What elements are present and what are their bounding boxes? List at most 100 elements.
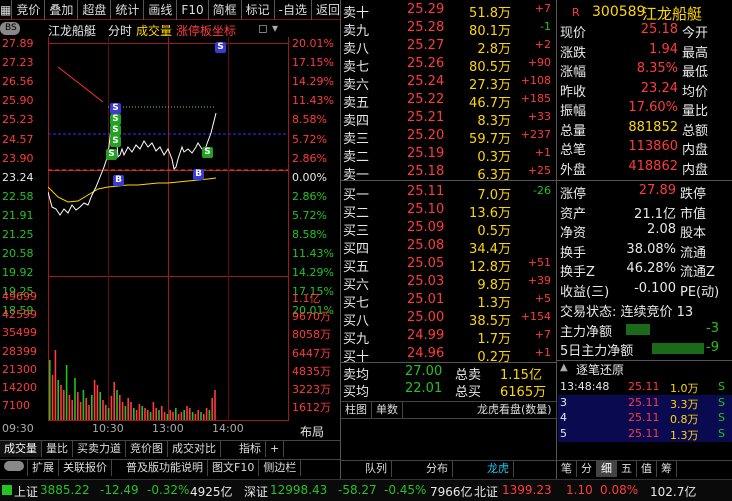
buy-price: 25.11 <box>407 184 445 199</box>
stat-label-2: 最低 <box>682 65 709 80</box>
chart-arrow-icon[interactable]: ▾ <box>272 21 278 35</box>
buy-order-row[interactable]: 买二 25.10 13.6万 <box>341 200 556 221</box>
stat-value: 881852 <box>628 119 678 135</box>
sell-marker[interactable]: S <box>110 125 121 136</box>
tab-trades[interactable]: 笔 <box>557 461 577 477</box>
stat-label: 涨停 <box>560 187 587 202</box>
buy-order-row[interactable]: 买九 24.99 1.7万 +7 <box>341 326 556 347</box>
tab-dragon[interactable]: 龙虎 <box>483 461 514 477</box>
volume-bar <box>191 412 194 420</box>
sell-marker[interactable]: S <box>202 147 213 158</box>
sell-order-row[interactable]: 卖八 25.27 2.8万 +2 <box>341 36 556 57</box>
tab-related-quotes[interactable]: 关联报价 <box>59 460 112 476</box>
price-tick: 24.57 <box>2 132 34 146</box>
sell-change: +7 <box>534 2 551 15</box>
tab-add[interactable]: + <box>266 441 285 457</box>
avg-price-line <box>48 177 217 203</box>
toolbar-stats-button[interactable]: 统计 <box>111 0 145 20</box>
tab-order-count[interactable]: 单数 <box>372 402 403 418</box>
ticks-title[interactable]: 逐笔还原 <box>576 361 624 378</box>
chart-close-icon[interactable]: ◻ <box>258 21 268 35</box>
sell-order-row[interactable]: 卖二 25.19 0.3万 +1 <box>341 144 556 165</box>
collapse-icon[interactable]: ▲ <box>560 362 568 373</box>
sell-marker[interactable]: S <box>110 136 121 147</box>
layout-button[interactable]: 布局 <box>300 423 324 440</box>
grid-menu-icon[interactable]: ▦ <box>0 0 13 20</box>
buy-marker[interactable]: B <box>193 169 204 180</box>
tab-auction[interactable]: 竞价图 <box>126 441 168 457</box>
buy-order-row[interactable]: 买五 25.05 12.8万 +51 <box>341 254 556 275</box>
toggle-switch[interactable] <box>0 460 28 476</box>
buy-order-row[interactable]: 买七 25.01 1.3万 +5 <box>341 290 556 311</box>
tab-distribution[interactable]: 分布 <box>422 461 453 477</box>
buy-marker[interactable]: B <box>113 175 124 186</box>
buy-price: 25.00 <box>407 310 445 325</box>
tab-sidebar[interactable]: 侧边栏 <box>259 460 302 476</box>
tick-row[interactable]: 5 25.11 1.3万 S <box>558 425 732 442</box>
toolbar-mark-button[interactable]: 标记 <box>242 0 275 20</box>
sell-order-row[interactable]: 卖九 25.28 80.1万 -1 <box>341 18 556 39</box>
sell-order-row[interactable]: 卖七 25.26 80.5万 +90 <box>341 54 556 75</box>
tab-chips[interactable]: 筹 <box>657 461 677 477</box>
buy-price: 24.96 <box>407 346 445 361</box>
tab-detail[interactable]: 细 <box>597 461 617 477</box>
tab-feature-info[interactable]: 普及版功能说明 <box>122 460 208 476</box>
sell-marker[interactable]: S <box>110 103 121 114</box>
volume-bar <box>51 375 54 420</box>
volume-bar <box>169 410 171 420</box>
tab-indicator[interactable]: 指标 <box>235 441 266 457</box>
tab-volume[interactable]: 成交量 <box>0 441 42 457</box>
tick-time: 5 <box>560 426 567 440</box>
intraday-chart[interactable] <box>48 37 288 421</box>
bs-toggle[interactable]: BS <box>0 22 20 35</box>
pct-tick: 8.58% <box>292 113 327 127</box>
toolbar-f10-button[interactable]: F10 <box>177 0 209 20</box>
tab-extension[interactable]: 扩展 <box>28 460 59 476</box>
tab-minute[interactable]: 分 <box>577 461 597 477</box>
toolbar-auction-button[interactable]: 竞价 <box>12 0 46 20</box>
volume-bar <box>180 412 183 420</box>
tick-row[interactable]: 3 25.11 3.3万 S <box>558 394 732 411</box>
buy-order-row[interactable]: 买一 25.11 7.0万 -26 <box>341 182 556 203</box>
tab-volume-compare[interactable]: 成交对比 <box>168 441 221 457</box>
buy-order-row[interactable]: 买十 24.96 0.2万 +1 <box>341 344 556 365</box>
bz-index-label[interactable]: 北证 <box>474 483 498 500</box>
tab-buy-sell-force[interactable]: 买卖力道 <box>73 441 126 457</box>
toolbar-draw-button[interactable]: 画线 <box>144 0 178 20</box>
pct-tick: 2.86% <box>292 189 327 203</box>
toolbar-overlay-button[interactable]: 叠加 <box>45 0 79 20</box>
tab-value[interactable]: 值 <box>637 461 657 477</box>
volume-bar <box>71 400 73 420</box>
buy-order-row[interactable]: 买三 25.09 0.5万 <box>341 218 556 239</box>
buy-order-row[interactable]: 买四 25.08 34.4万 <box>341 236 556 257</box>
sell-order-row[interactable]: 卖十 25.29 51.8万 +7 <box>341 0 556 21</box>
toolbar-simple-button[interactable]: 简框 <box>209 0 242 20</box>
buy-order-row[interactable]: 买六 25.03 9.8万 +39 <box>341 272 556 293</box>
buy-order-row[interactable]: 买八 25.00 38.5万 +154 <box>341 308 556 329</box>
tab-dragon-tiger[interactable]: 龙虎看盘(数量) <box>473 402 557 418</box>
toolbar-superchart-button[interactable]: 超盘 <box>78 0 112 20</box>
sell-order-row[interactable]: 卖一 25.18 6.3万 +25 <box>341 162 556 183</box>
tab-bar-chart[interactable]: 柱图 <box>341 402 372 418</box>
main-flow-bar <box>626 324 650 335</box>
tab-queue[interactable]: 队列 <box>361 461 392 477</box>
stat-label: 涨跌 <box>560 45 587 61</box>
sell-order-row[interactable]: 卖四 25.21 8.3万 +33 <box>341 108 556 129</box>
tab-volume-ratio[interactable]: 量比 <box>42 441 73 457</box>
sell-marker[interactable]: S <box>215 42 226 53</box>
sell-order-row[interactable]: 卖三 25.20 59.7万 +237 <box>341 126 556 147</box>
sell-marker[interactable]: S <box>106 149 117 160</box>
tab-f10[interactable]: 图文F10 <box>208 460 260 476</box>
tick-row[interactable]: 13:48:48 25.11 1.0万 S <box>558 379 732 395</box>
sell-order-row[interactable]: 卖五 25.22 46.7万 +185 <box>341 90 556 111</box>
sell-marker[interactable]: S <box>110 114 121 125</box>
sell-order-row[interactable]: 卖六 25.24 27.3万 +108 <box>341 72 556 93</box>
sh-index-label[interactable]: 上证 <box>14 483 38 500</box>
sz-index-label[interactable]: 深证 <box>244 483 268 500</box>
stat-row: 总量 881852 总额 <box>558 119 732 139</box>
volume-bar <box>130 402 132 420</box>
tick-side: S <box>718 380 725 393</box>
toolbar-watchlist-button[interactable]: -自选 <box>275 0 312 20</box>
tick-row[interactable]: 4 25.11 0.8万 S <box>558 410 732 426</box>
tab-five[interactable]: 五 <box>617 461 637 477</box>
